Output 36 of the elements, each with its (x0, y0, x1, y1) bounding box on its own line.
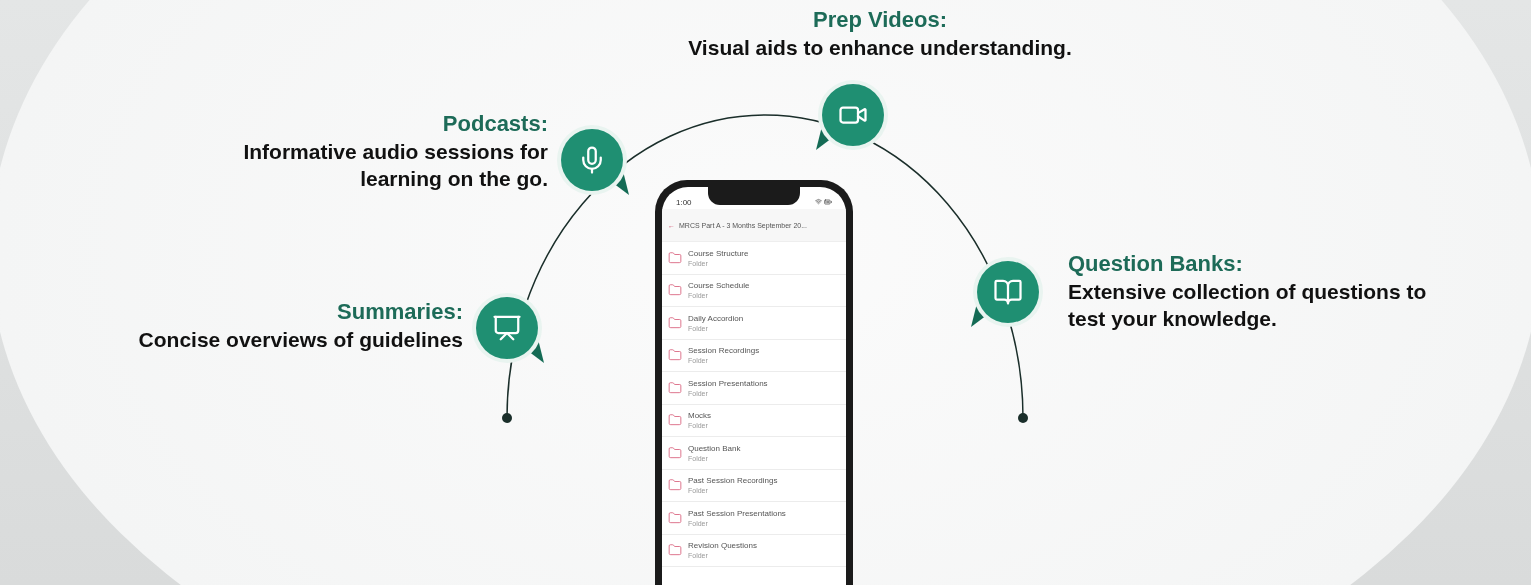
wifi-icon (815, 198, 822, 205)
folder-icon (668, 348, 682, 363)
folder-name: Past Session Presentations (688, 508, 786, 518)
folder-icon (668, 413, 682, 428)
feature-title: Podcasts: (442, 110, 548, 138)
feature-description: Extensive collection of questions to test your knowledge. (1068, 279, 1428, 332)
folder-name: Question Bank (688, 443, 741, 453)
mic-icon (561, 129, 623, 191)
status-time: 1:00 (676, 197, 692, 207)
folder-name: Mocks (688, 411, 712, 421)
folder-icon (668, 283, 682, 298)
feature-description: Informative audio sessions for learning on the go. (242, 139, 548, 192)
folder-name: Session Presentations (688, 378, 768, 388)
folder-name: Daily Accordion (688, 313, 744, 323)
video-icon (822, 84, 884, 146)
folder-icon (668, 380, 682, 395)
folder-name: Course Schedule (688, 281, 750, 291)
folder-icon (668, 250, 682, 265)
folder-name: Session Recordings (688, 346, 760, 356)
folder-name: Revision Questions (688, 541, 757, 551)
folder-name: Past Session Recordings (688, 476, 778, 486)
folder-icon (668, 478, 682, 493)
feature-description: Concise overviews of guidelines (138, 327, 463, 353)
folder-name: Course Structure (688, 248, 749, 258)
folder-icon (668, 445, 682, 460)
feature-title: Prep Videos: (812, 6, 948, 34)
folder-icon (668, 315, 682, 330)
feature-description: Visual aids to enhance understanding. (688, 35, 1072, 61)
feature-title: Question Banks: (1068, 250, 1243, 278)
dot-icon (1018, 413, 1028, 423)
presenter-icon (476, 297, 538, 359)
folder-icon (668, 510, 682, 525)
battery-icon (824, 198, 832, 206)
folder-icon (668, 543, 682, 558)
feature-title: Summaries: (337, 298, 463, 326)
dot-icon (502, 413, 512, 423)
